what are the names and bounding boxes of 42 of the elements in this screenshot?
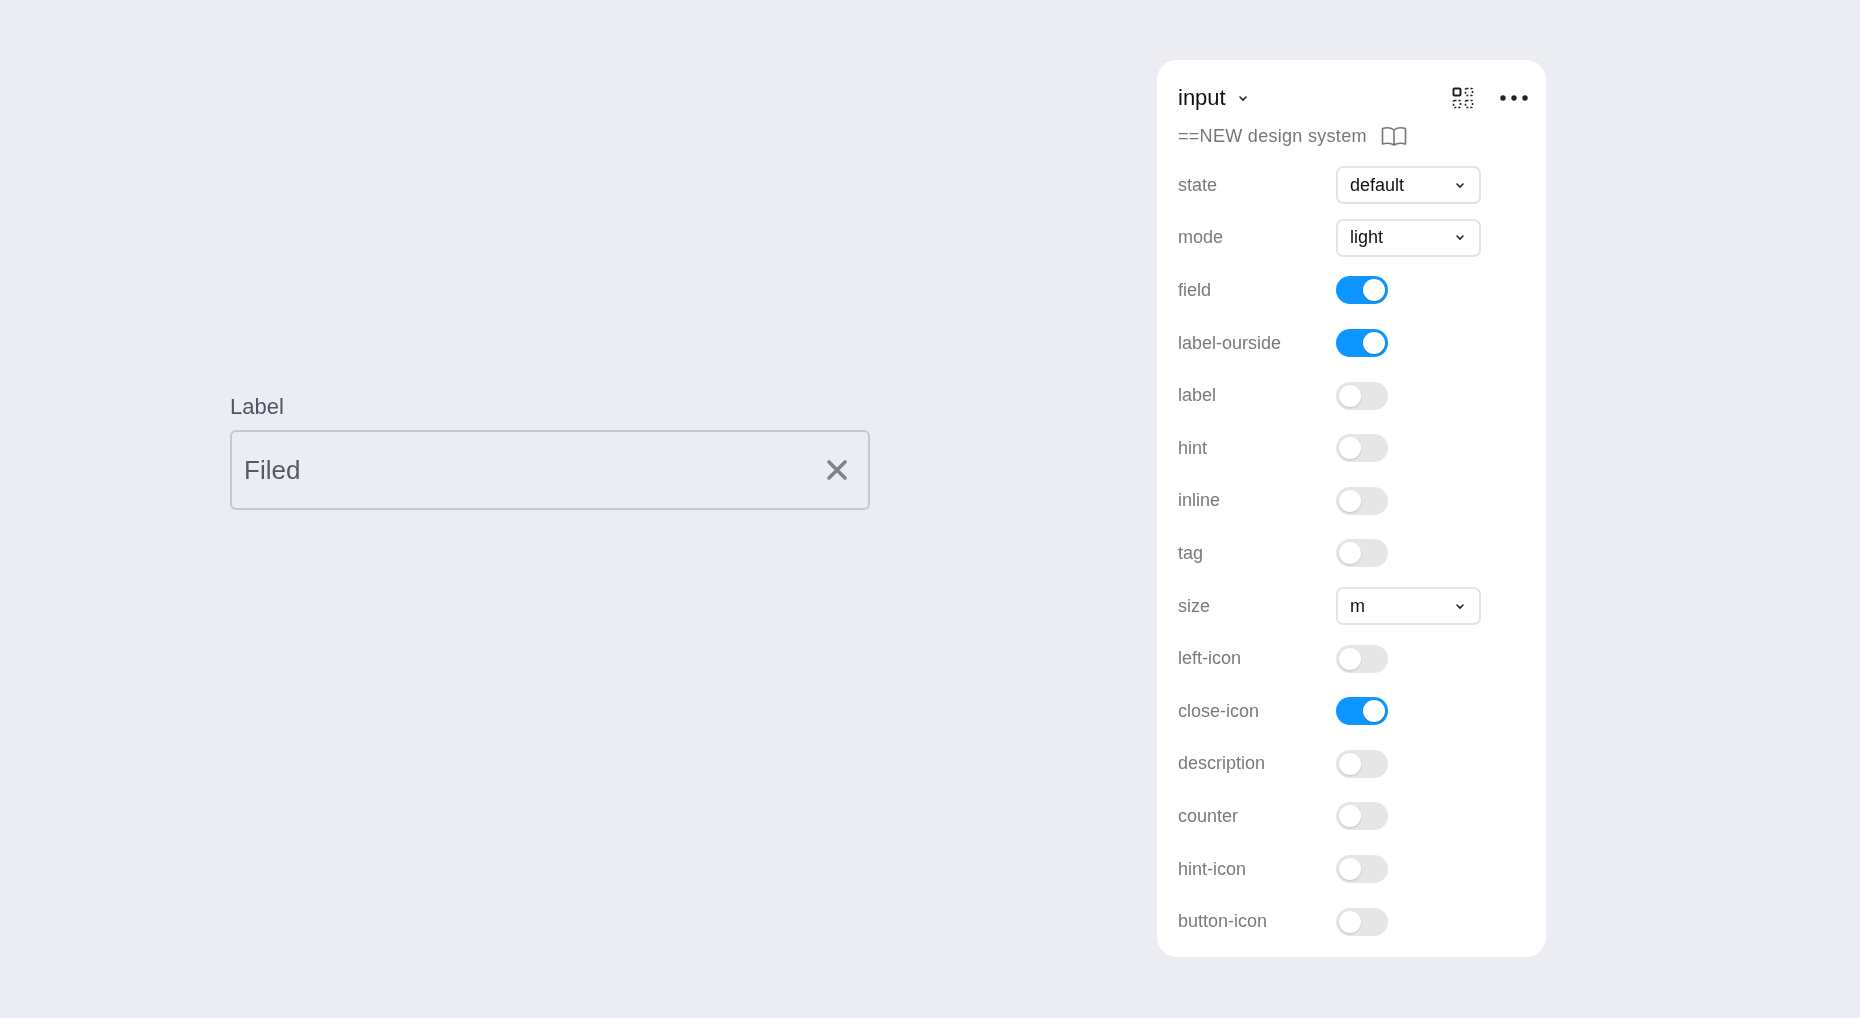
toggle-switch[interactable]: [1336, 802, 1388, 831]
toggle-switch[interactable]: [1336, 329, 1388, 358]
dropdown[interactable]: default: [1336, 166, 1481, 205]
close-icon[interactable]: [826, 459, 848, 481]
dropdown[interactable]: light: [1336, 218, 1481, 257]
chevron-down-icon: [1455, 602, 1465, 610]
toggle-switch[interactable]: [1336, 697, 1388, 726]
property-label: counter: [1178, 805, 1240, 827]
dropdown[interactable]: m: [1336, 587, 1481, 626]
property-label: tag: [1178, 542, 1205, 564]
toggle-switch[interactable]: [1336, 644, 1388, 673]
library-name: ==NEW design system: [1178, 125, 1367, 147]
toggle-switch[interactable]: [1336, 907, 1388, 936]
more-icon[interactable]: [1500, 95, 1528, 101]
property-label: description: [1178, 753, 1267, 775]
chevron-down-icon: [1455, 234, 1465, 242]
property-label: inline: [1178, 490, 1222, 512]
property-label: close-icon: [1178, 700, 1261, 722]
toggle-switch[interactable]: [1336, 855, 1388, 883]
text-input-field[interactable]: Filed: [230, 430, 870, 510]
property-label: hint: [1178, 437, 1209, 459]
property-label: left-icon: [1178, 648, 1243, 670]
grid-icon[interactable]: [1452, 87, 1474, 109]
property-label: label: [1178, 385, 1218, 407]
property-label: button-icon: [1178, 911, 1269, 933]
toggle-switch[interactable]: [1336, 434, 1388, 463]
chevron-down-icon: [1455, 181, 1465, 189]
toggle-switch[interactable]: [1336, 749, 1388, 778]
property-label: state: [1178, 174, 1219, 196]
chevron-down-icon: [1237, 94, 1248, 102]
toggle-switch[interactable]: [1336, 486, 1388, 515]
property-label: field: [1178, 280, 1213, 301]
toggle-switch[interactable]: [1336, 276, 1388, 305]
component-title[interactable]: input: [1178, 85, 1226, 111]
property-label: label-ourside: [1178, 332, 1283, 354]
property-label: size: [1178, 595, 1211, 617]
toggle-switch[interactable]: [1336, 381, 1388, 410]
toggle-switch[interactable]: [1336, 539, 1388, 568]
field-label: Label: [230, 394, 284, 420]
property-label: mode: [1178, 227, 1225, 249]
book-icon[interactable]: [1380, 126, 1407, 146]
property-label: hint-icon: [1178, 858, 1248, 880]
